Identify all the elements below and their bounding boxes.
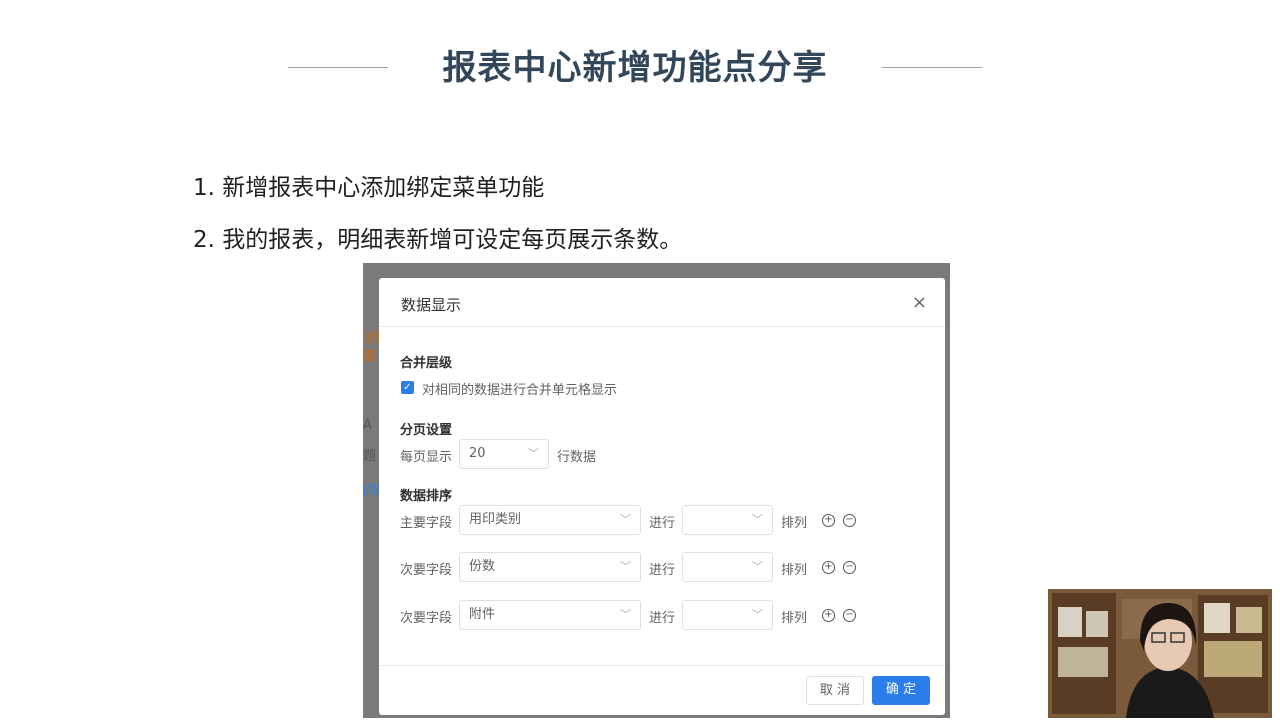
sort-field-select[interactable]: 附件 ﹀ <box>459 600 641 630</box>
sort-order-select[interactable]: ﹀ <box>682 505 773 535</box>
per-page-label: 每页显示 <box>400 450 453 465</box>
chevron-down-icon: ﹀ <box>620 608 631 621</box>
merge-heading: 合并层级 <box>400 356 453 371</box>
close-icon[interactable]: × <box>912 292 927 313</box>
remove-circle-icon[interactable]: − <box>843 514 856 527</box>
cancel-button[interactable]: 取 消 <box>806 676 864 705</box>
sort-field-select[interactable]: 用印类别 ﹀ <box>459 505 641 535</box>
sort-order-select[interactable]: ﹀ <box>682 600 773 630</box>
sort-order-select[interactable]: ﹀ <box>682 552 773 582</box>
chevron-down-icon: ﹀ <box>752 560 763 573</box>
add-circle-icon[interactable]: + <box>822 561 835 574</box>
sort-mid-label: 进行 <box>649 563 676 578</box>
remove-circle-icon[interactable]: − <box>843 561 856 574</box>
dialog-title: 数据显示 <box>401 296 462 314</box>
sort-mid-label: 进行 <box>649 516 676 531</box>
chevron-down-icon: ﹀ <box>620 513 631 526</box>
paging-heading: 分页设置 <box>400 423 453 438</box>
sort-field-label: 次要字段 <box>400 563 453 578</box>
chevron-down-icon: ﹀ <box>528 447 539 460</box>
data-display-dialog: 数据显示 × 合并层级 ✓ 对相同的数据进行合并单元格显示 分页设置 每页显示 … <box>379 278 945 715</box>
sort-mid-label: 进行 <box>649 611 676 626</box>
presenter-webcam <box>1048 589 1272 718</box>
confirm-button[interactable]: 确 定 <box>872 676 930 705</box>
sort-field-value: 份数 <box>469 559 496 574</box>
slide-title: 报表中心新增功能点分享 <box>442 48 828 88</box>
sort-tail-label: 排列 <box>781 563 808 578</box>
sort-heading: 数据排序 <box>400 489 453 504</box>
merge-checkbox-label[interactable]: 对相同的数据进行合并单元格显示 <box>422 379 617 398</box>
page-size-value: 20 <box>469 446 486 461</box>
header-divider <box>379 326 945 327</box>
bullet-1: 1. 新增报表中心添加绑定菜单功能 <box>193 175 545 201</box>
remove-circle-icon[interactable]: − <box>843 609 856 622</box>
sort-field-label: 主要字段 <box>400 516 453 531</box>
footer-divider <box>379 665 945 666</box>
sort-field-value: 用印类别 <box>469 512 522 527</box>
sort-field-select[interactable]: 份数 ﹀ <box>459 552 641 582</box>
page-size-select[interactable]: 20 ﹀ <box>459 439 549 469</box>
sort-field-value: 附件 <box>469 607 496 622</box>
merge-checkbox[interactable]: ✓ <box>401 381 414 394</box>
sort-tail-label: 排列 <box>781 516 808 531</box>
sort-field-label: 次要字段 <box>400 611 453 626</box>
chevron-down-icon: ﹀ <box>752 608 763 621</box>
rows-label: 行数据 <box>557 450 597 465</box>
add-circle-icon[interactable]: + <box>822 514 835 527</box>
chevron-down-icon: ﹀ <box>752 513 763 526</box>
bg-fragment: 题 <box>363 449 377 464</box>
bg-fragment: 器 <box>363 349 377 364</box>
add-circle-icon[interactable]: + <box>822 609 835 622</box>
presenter-video-image <box>1048 589 1272 718</box>
sort-tail-label: 排列 <box>781 611 808 626</box>
bg-fragment: A <box>363 418 372 433</box>
chevron-down-icon: ﹀ <box>620 560 631 573</box>
bullet-2: 2. 我的报表，明细表新增可设定每页展示条数。 <box>193 227 683 253</box>
